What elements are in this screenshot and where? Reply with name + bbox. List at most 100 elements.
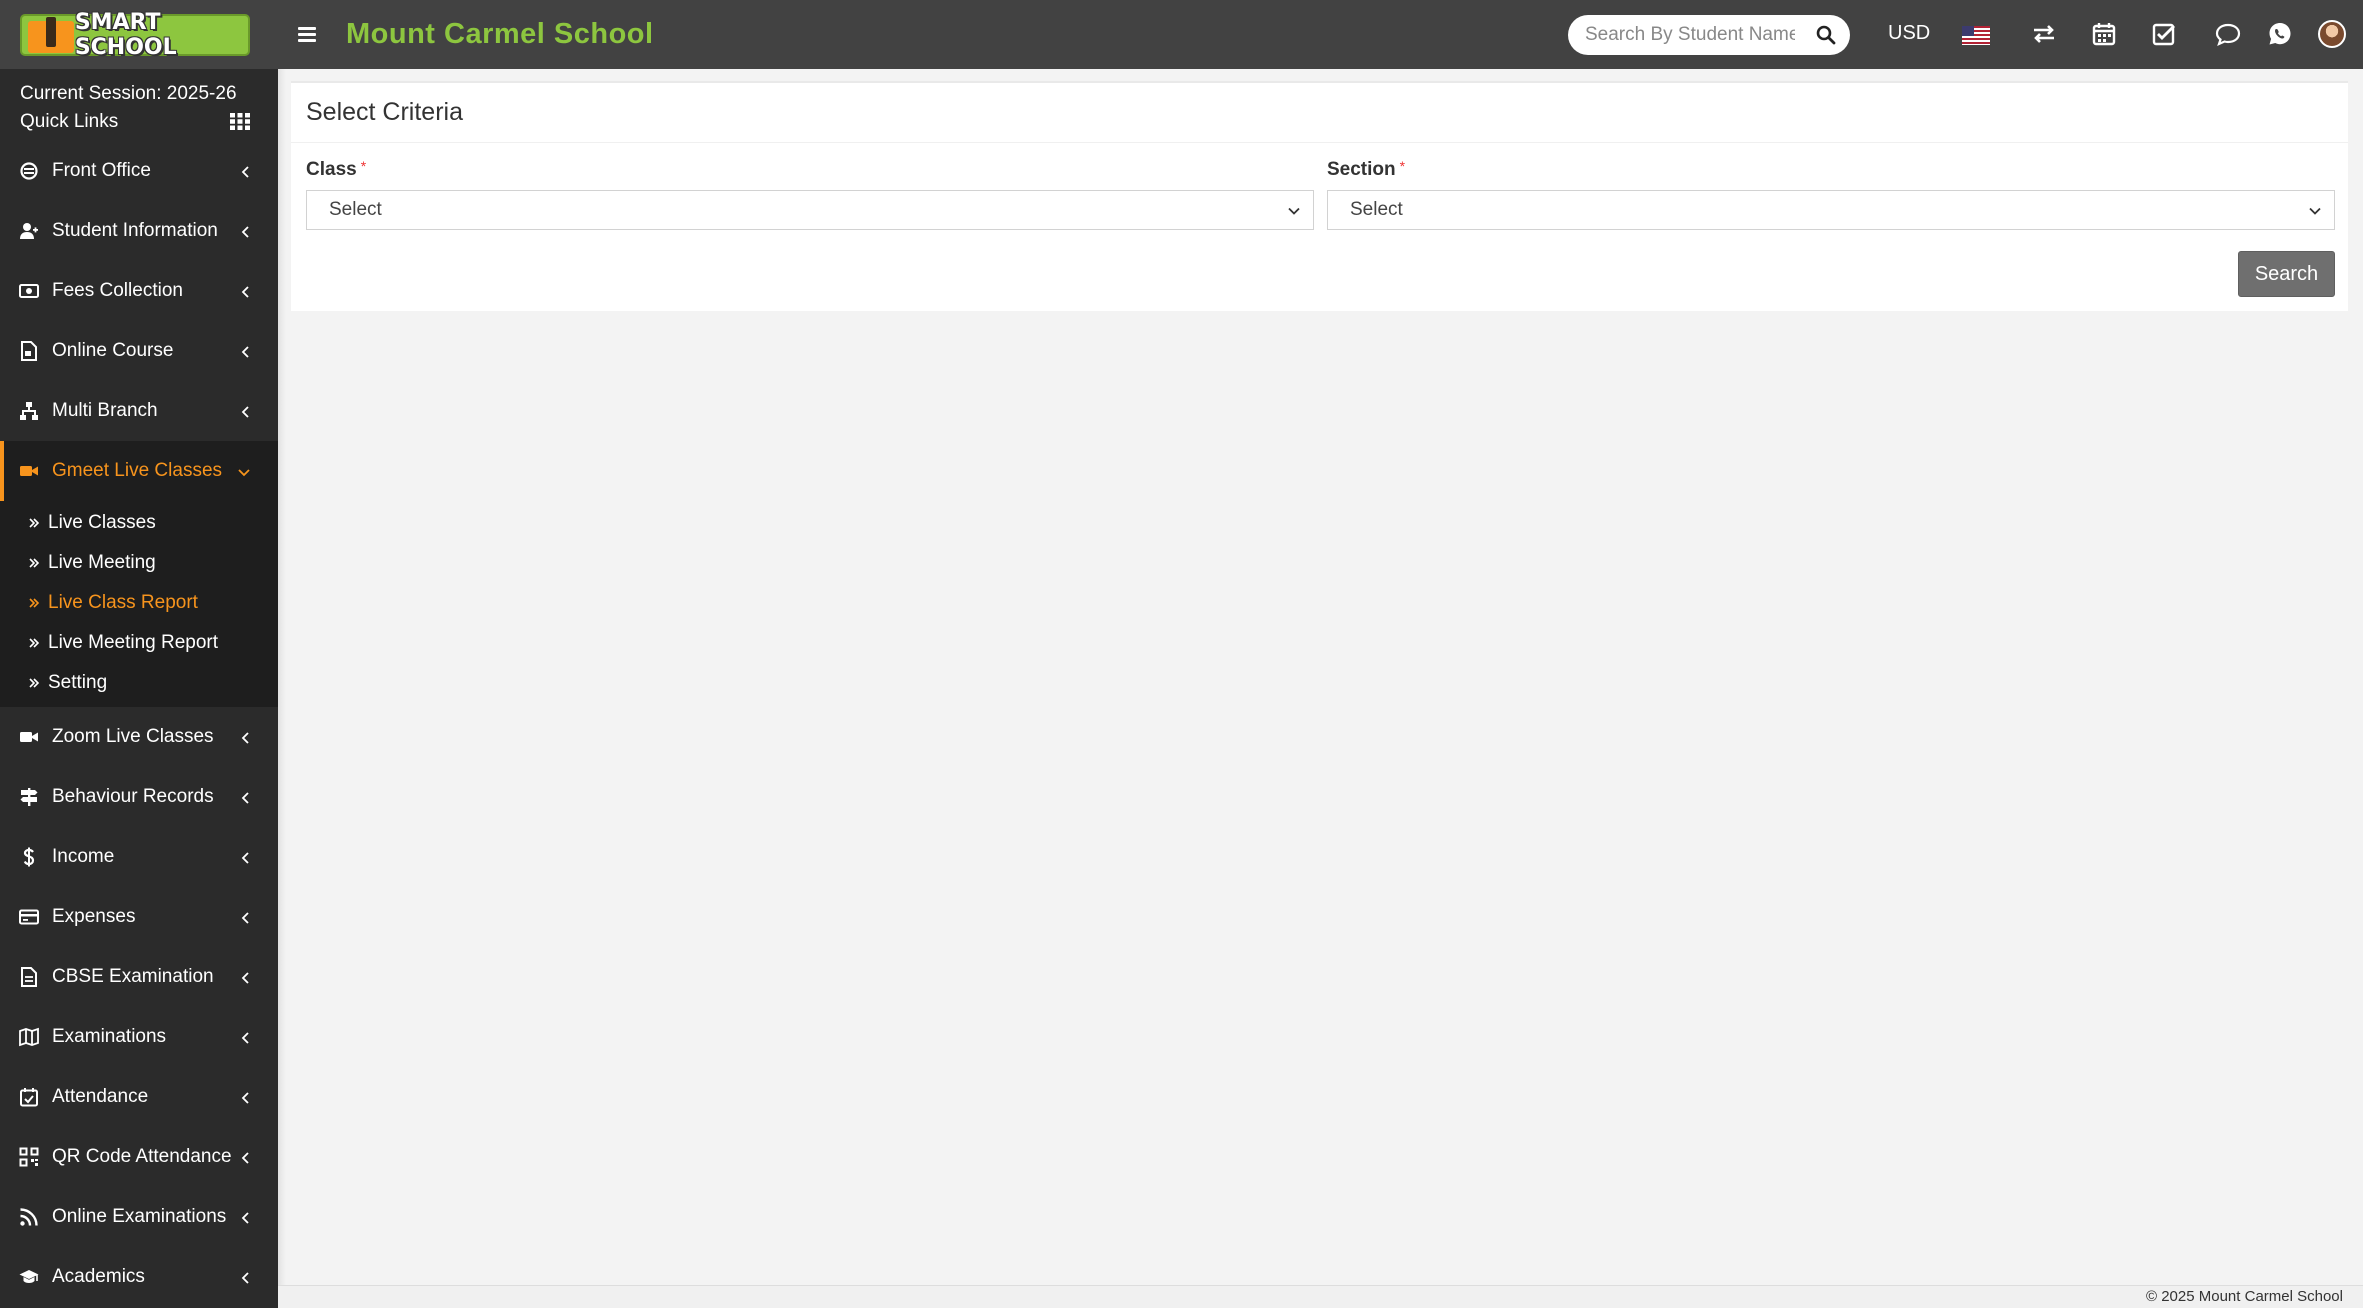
chevron-left-icon <box>241 1152 249 1164</box>
chat-icon[interactable] <box>2214 20 2242 48</box>
course-icon <box>21 341 37 361</box>
sidebar-item-label: CBSE Examination <box>52 966 214 987</box>
front-office-icon <box>20 162 38 180</box>
section-label-text: Section <box>1327 159 1396 180</box>
gmeet-submenu: Live Classes Live Meeting Live Class Rep… <box>0 501 278 707</box>
chevron-left-icon <box>241 1212 249 1224</box>
money-icon <box>19 284 39 298</box>
required-mark: * <box>1399 158 1406 174</box>
switch-icon[interactable] <box>2030 20 2058 48</box>
search-button[interactable]: Search <box>2238 251 2335 297</box>
sidebar-item-label: Academics <box>52 1266 145 1287</box>
submenu-item-live-classes[interactable]: Live Classes <box>0 503 278 543</box>
sidebar-item-income[interactable]: Income <box>0 827 278 887</box>
sidebar-item-online-examinations[interactable]: Online Examinations <box>0 1187 278 1247</box>
sidebar-item-label: Online Course <box>52 340 174 361</box>
chevron-left-icon <box>241 1272 249 1284</box>
panel-title: Select Criteria <box>291 83 2348 143</box>
sidebar-item-label: Online Examinations <box>52 1206 227 1227</box>
double-chevron-right-icon <box>29 518 40 528</box>
student-search-input[interactable] <box>1585 17 1795 53</box>
sidebar-item-fees-collection[interactable]: Fees Collection <box>0 261 278 321</box>
content-edge-shadow <box>278 69 286 1285</box>
book-logo-icon <box>28 16 74 53</box>
chevron-left-icon <box>241 286 249 298</box>
submenu-item-setting[interactable]: Setting <box>0 663 278 703</box>
sidebar-item-online-course[interactable]: Online Course <box>0 321 278 381</box>
sidebar-item-student-information[interactable]: Student Information <box>0 201 278 261</box>
currency-selector[interactable]: USD <box>1888 22 1930 45</box>
grid-icon[interactable] <box>230 113 250 130</box>
sidebar-item-label: Front Office <box>52 160 151 181</box>
credit-card-icon <box>19 909 39 925</box>
required-mark: * <box>360 158 367 174</box>
section-label: Section * <box>1327 158 1406 181</box>
chevron-down-icon <box>1288 207 1300 215</box>
chevron-left-icon <box>241 732 249 744</box>
quick-links-label: Quick Links <box>20 111 119 132</box>
sidebar-item-attendance[interactable]: Attendance <box>0 1067 278 1127</box>
double-chevron-right-icon <box>29 598 40 608</box>
class-label-text: Class <box>306 159 357 180</box>
branch-icon <box>20 402 38 420</box>
section-select-value: Select <box>1350 199 1403 220</box>
chevron-left-icon <box>241 972 249 984</box>
school-name: Mount Carmel School <box>346 18 654 50</box>
submenu-item-label: Setting <box>48 672 108 693</box>
document-icon <box>21 967 37 987</box>
current-session: Current Session: 2025-26 <box>20 83 237 104</box>
select-criteria-panel: Select Criteria Class * Select Section * S… <box>291 81 2348 311</box>
chevron-left-icon <box>241 852 249 864</box>
submenu-item-live-class-report[interactable]: Live Class Report <box>0 583 278 623</box>
hamburger-menu-icon[interactable] <box>298 26 320 43</box>
sidebar-item-expenses[interactable]: Expenses <box>0 887 278 947</box>
sidebar-item-label: Fees Collection <box>52 280 183 301</box>
video-icon <box>20 732 38 742</box>
sidebar-item-examinations[interactable]: Examinations <box>0 1007 278 1067</box>
flag-us-icon[interactable] <box>1962 26 1990 45</box>
smart-school-logo[interactable]: SMART SCHOOL <box>20 10 250 60</box>
double-chevron-right-icon <box>29 678 40 688</box>
calendar-icon[interactable] <box>2090 20 2118 48</box>
class-select-value: Select <box>329 199 382 220</box>
chevron-left-icon <box>241 1092 249 1104</box>
sidebar-item-gmeet-live-classes[interactable]: Gmeet Live Classes <box>0 441 278 501</box>
submenu-item-label: Live Meeting Report <box>48 632 219 653</box>
sidebar-item-label: Income <box>52 846 115 867</box>
chevron-left-icon <box>241 226 249 238</box>
sidebar-item-zoom-live-classes[interactable]: Zoom Live Classes <box>0 707 278 767</box>
sidebar-item-label: Gmeet Live Classes <box>52 460 223 481</box>
sidebar-item-behaviour-records[interactable]: Behaviour Records <box>0 767 278 827</box>
sidebar-item-label: Behaviour Records <box>52 786 214 807</box>
top-navbar: SMART SCHOOL Mount Carmel School <box>0 0 2363 69</box>
whatsapp-icon[interactable] <box>2266 20 2294 48</box>
sidebar-item-cbse-examination[interactable]: CBSE Examination <box>0 947 278 1007</box>
sidebar: Current Session: 2025-26 Quick Links Fro… <box>0 69 278 1308</box>
rss-icon <box>20 1208 38 1226</box>
sidebar-item-label: Multi Branch <box>52 400 158 421</box>
sidebar-item-qr-code-attendance[interactable]: QR Code Attendance <box>0 1127 278 1187</box>
sidebar-item-multi-branch[interactable]: Multi Branch <box>0 381 278 441</box>
class-select[interactable]: Select <box>306 190 1314 230</box>
submenu-item-live-meeting[interactable]: Live Meeting <box>0 543 278 583</box>
submenu-item-label: Live Classes <box>48 512 156 533</box>
sidebar-item-label: Student Information <box>52 220 218 241</box>
submenu-item-live-meeting-report[interactable]: Live Meeting Report <box>0 623 278 663</box>
sidebar-item-academics[interactable]: Academics <box>0 1247 278 1307</box>
search-icon[interactable] <box>1816 25 1836 45</box>
tasks-icon[interactable] <box>2150 20 2178 48</box>
signpost-icon <box>20 788 38 806</box>
double-chevron-right-icon <box>29 558 40 568</box>
avatar[interactable] <box>2318 20 2346 48</box>
chevron-left-icon <box>241 406 249 418</box>
submenu-item-label: Live Meeting <box>48 552 156 573</box>
quick-links[interactable]: Quick Links <box>0 103 278 141</box>
double-chevron-right-icon <box>29 638 40 648</box>
logo-area: SMART SCHOOL <box>0 0 278 69</box>
criteria-form: Class * Select Section * Select Search <box>291 143 2348 313</box>
section-select[interactable]: Select <box>1327 190 2335 230</box>
chevron-left-icon <box>241 166 249 178</box>
sidebar-item-front-office[interactable]: Front Office <box>0 141 278 201</box>
chevron-down-icon <box>2309 207 2321 215</box>
sidebar-item-label: Expenses <box>52 906 136 927</box>
